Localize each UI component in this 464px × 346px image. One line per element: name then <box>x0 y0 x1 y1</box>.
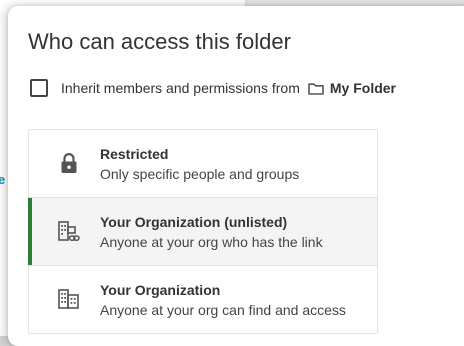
option-organization-unlisted[interactable]: Your Organization (unlisted) Anyone at y… <box>28 197 377 265</box>
lock-icon <box>57 151 81 175</box>
option-title: Your Organization (unlisted) <box>100 214 288 230</box>
option-description: Only specific people and groups <box>100 166 300 182</box>
organization-icon <box>57 287 81 311</box>
inherit-permissions-label: Inherit members and permissions from <box>61 80 300 96</box>
folder-icon <box>308 82 324 95</box>
background-link-text[interactable]: e <box>0 172 5 187</box>
dialog-title: Who can access this folder <box>28 29 291 54</box>
inherit-permissions-row: Inherit members and permissions from My … <box>30 79 396 97</box>
option-description: Anyone at your org who has the link <box>100 234 323 250</box>
organization-link-icon <box>57 219 81 243</box>
option-title: Restricted <box>100 146 169 162</box>
option-title: Your Organization <box>100 282 221 298</box>
access-options-list: Restricted Only specific people and grou… <box>28 129 378 334</box>
option-organization[interactable]: Your Organization Anyone at your org can… <box>29 265 377 333</box>
parent-folder-name[interactable]: My Folder <box>330 80 396 96</box>
folder-access-dialog: Who can access this folder Inherit membe… <box>8 6 464 346</box>
inherit-permissions-checkbox[interactable] <box>30 79 48 97</box>
option-restricted[interactable]: Restricted Only specific people and grou… <box>29 130 377 197</box>
option-description: Anyone at your org can find and access <box>100 302 346 318</box>
